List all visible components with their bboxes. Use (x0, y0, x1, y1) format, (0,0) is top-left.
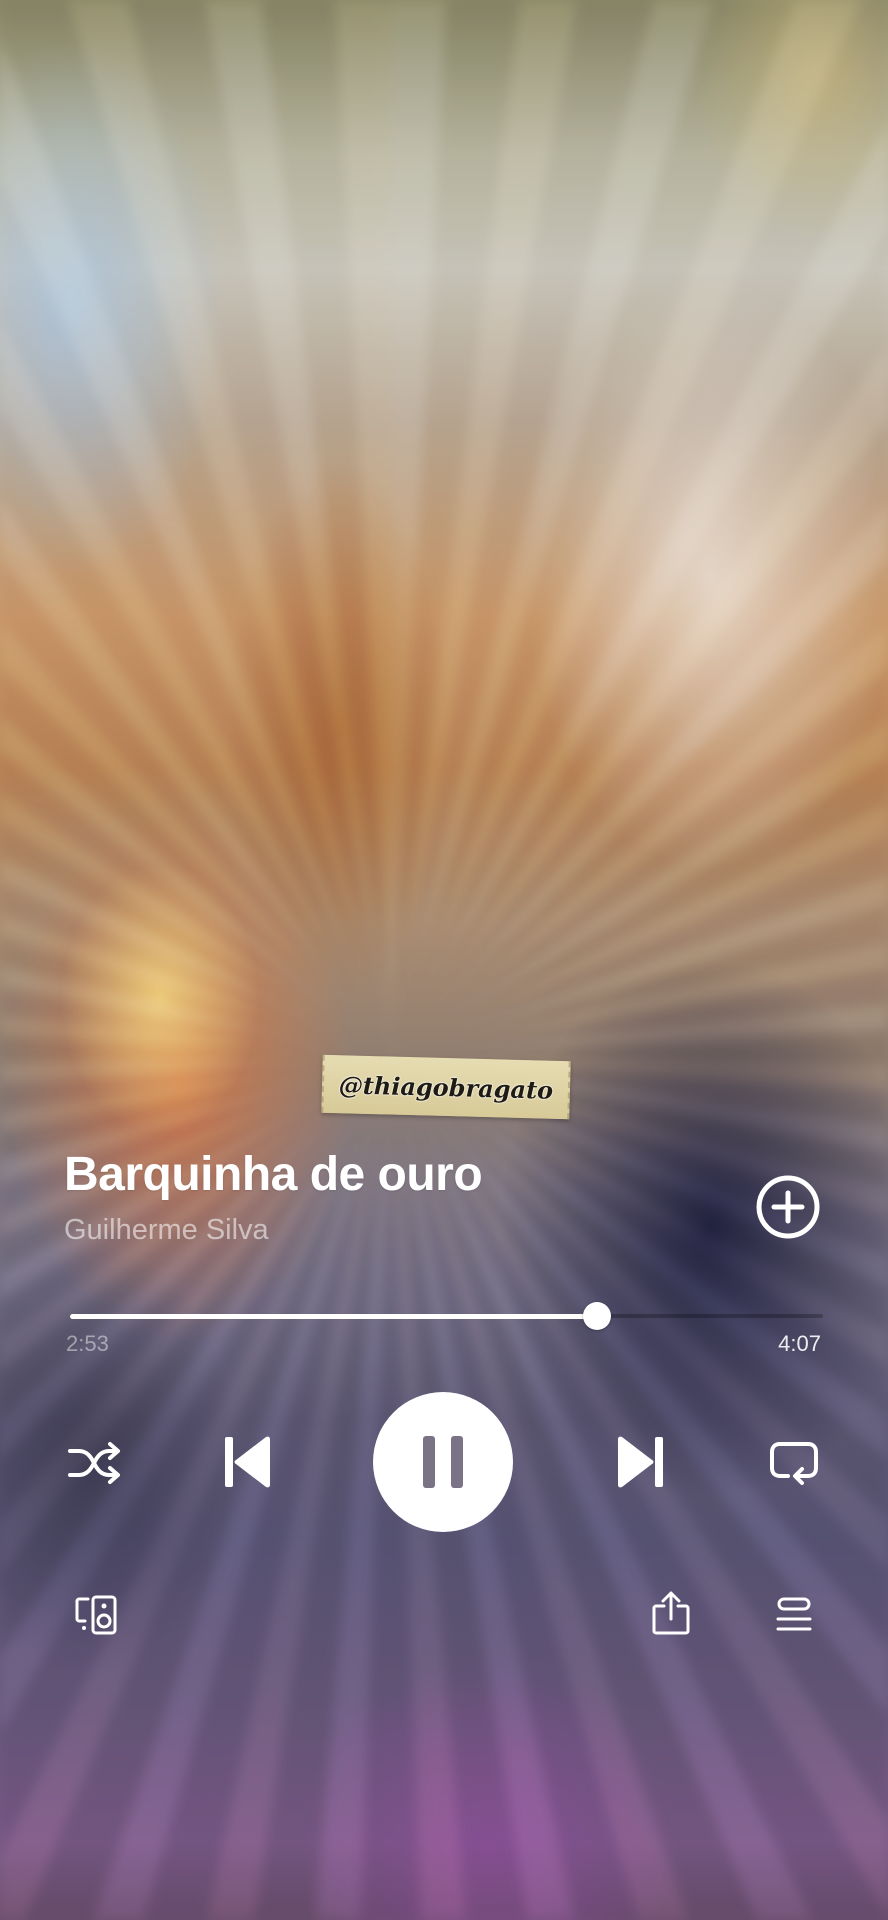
share-icon (652, 1591, 690, 1635)
queue-icon (776, 1597, 812, 1631)
elapsed-time: 2:53 (66, 1331, 109, 1356)
total-time: 4:07 (778, 1331, 821, 1356)
artist-name[interactable]: Guilherme Silva (64, 1214, 269, 1247)
pause-icon (423, 1436, 463, 1488)
watermark-tag: @thiagobragato (321, 1054, 571, 1120)
skip-next-icon (618, 1436, 663, 1488)
share-button[interactable] (648, 1588, 694, 1638)
progress-handle[interactable] (582, 1302, 611, 1330)
song-title: Barquinha de ouro (64, 1148, 483, 1201)
watermark-text: @thiagobragato (338, 1069, 554, 1105)
connect-devices-icon (75, 1595, 117, 1635)
progress-slider[interactable] (70, 1302, 823, 1330)
queue-button[interactable] (774, 1594, 814, 1636)
album-art-background (0, 0, 888, 1920)
repeat-button[interactable] (765, 1436, 823, 1490)
connect-devices-button[interactable] (74, 1592, 120, 1638)
add-to-library-button[interactable] (755, 1174, 821, 1240)
skip-previous-icon (225, 1436, 270, 1488)
shuffle-button[interactable] (64, 1436, 124, 1490)
pause-button[interactable] (373, 1392, 513, 1532)
repeat-icon (770, 1442, 818, 1485)
progress-fill (70, 1314, 597, 1319)
next-track-button[interactable] (610, 1432, 670, 1492)
previous-track-button[interactable] (218, 1432, 278, 1492)
shuffle-icon (68, 1442, 120, 1484)
plus-circle-icon (756, 1175, 820, 1239)
